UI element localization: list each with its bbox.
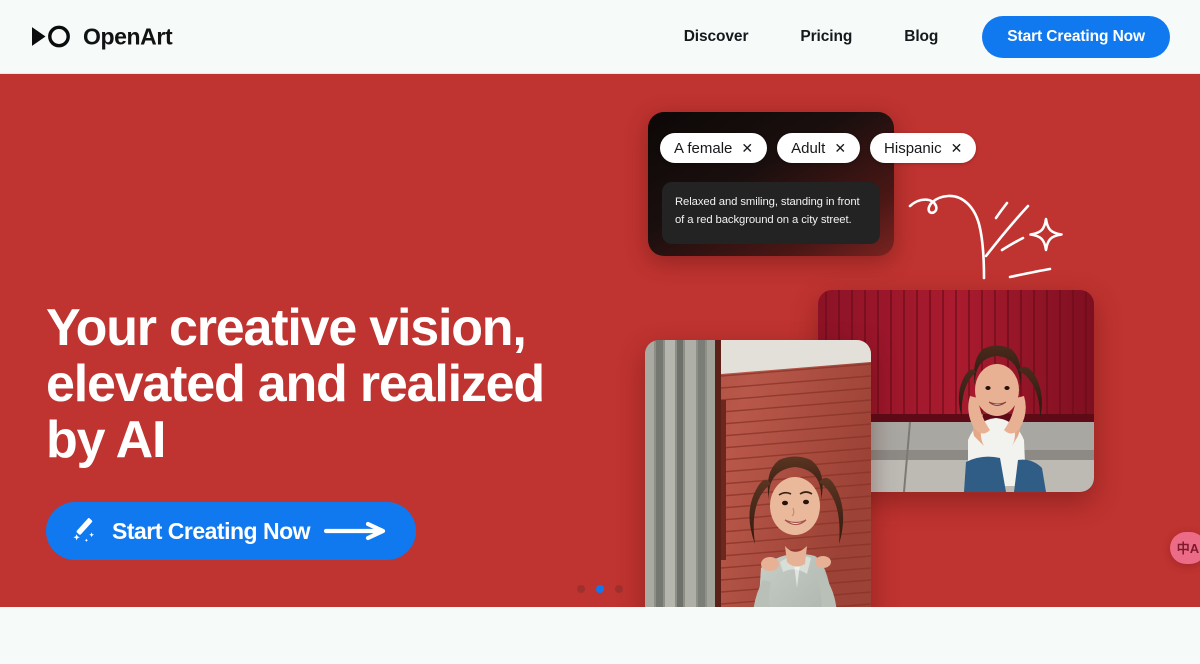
close-icon[interactable]: ✕: [951, 141, 963, 155]
magic-wand-icon: [73, 518, 94, 542]
carousel-dot-3[interactable]: [615, 585, 623, 593]
chip-label: Hispanic: [884, 139, 942, 157]
nav-item-discover[interactable]: Discover: [658, 28, 775, 46]
brand-name: OpenArt: [83, 23, 173, 49]
hero-headline: Your creative vision, elevated and reali…: [46, 299, 545, 470]
nav-item-blog[interactable]: Blog: [878, 28, 964, 46]
site-header: OpenArt Discover Pricing Blog Start Crea…: [0, 0, 1200, 74]
hero-image-card-front[interactable]: [645, 340, 871, 607]
nav-item-pricing[interactable]: Pricing: [774, 28, 878, 46]
woman-standing-against-red-corrugated-wall: [645, 340, 871, 607]
close-icon[interactable]: ✕: [834, 141, 846, 155]
chip-label: A female: [674, 139, 733, 157]
brand-logo-link[interactable]: OpenArt: [30, 23, 173, 50]
translate-icon: 中A: [1176, 540, 1200, 556]
chip-hispanic[interactable]: Hispanic ✕: [870, 133, 977, 163]
carousel-dot-1[interactable]: [577, 585, 585, 593]
prompt-textbox[interactable]: Relaxed and smiling, standing in front o…: [662, 182, 880, 244]
doodle-swoosh-sparkle-icon: [908, 194, 1063, 280]
header-start-creating-button[interactable]: Start Creating Now: [982, 15, 1170, 58]
translate-widget-button[interactable]: 中A: [1170, 532, 1200, 564]
hero-cta-label: Start Creating Now: [112, 517, 311, 544]
carousel-dot-2[interactable]: [596, 585, 604, 593]
arrow-right-icon: [324, 521, 386, 541]
chip-label: Adult: [791, 139, 826, 157]
hero-copy: Your creative vision, elevated and reali…: [46, 299, 606, 470]
openart-infinity-logo-icon: [32, 25, 70, 48]
close-icon[interactable]: ✕: [741, 141, 753, 155]
chip-a-female[interactable]: A female ✕: [660, 133, 768, 163]
hero-section: Your creative vision, elevated and reali…: [0, 74, 1200, 607]
chip-adult[interactable]: Adult ✕: [777, 133, 861, 163]
hero-start-creating-button[interactable]: Start Creating Now: [46, 502, 417, 560]
prompt-text: Relaxed and smiling, standing in front o…: [675, 196, 860, 227]
carousel-pagination: [0, 585, 1200, 593]
primary-navigation: Discover Pricing Blog Start Creating Now: [658, 15, 1170, 58]
sparkle-icon: [1029, 217, 1063, 252]
below-fold-area: [0, 607, 1200, 664]
attribute-chip-list: A female ✕ Adult ✕ Hispanic ✕: [660, 133, 977, 163]
